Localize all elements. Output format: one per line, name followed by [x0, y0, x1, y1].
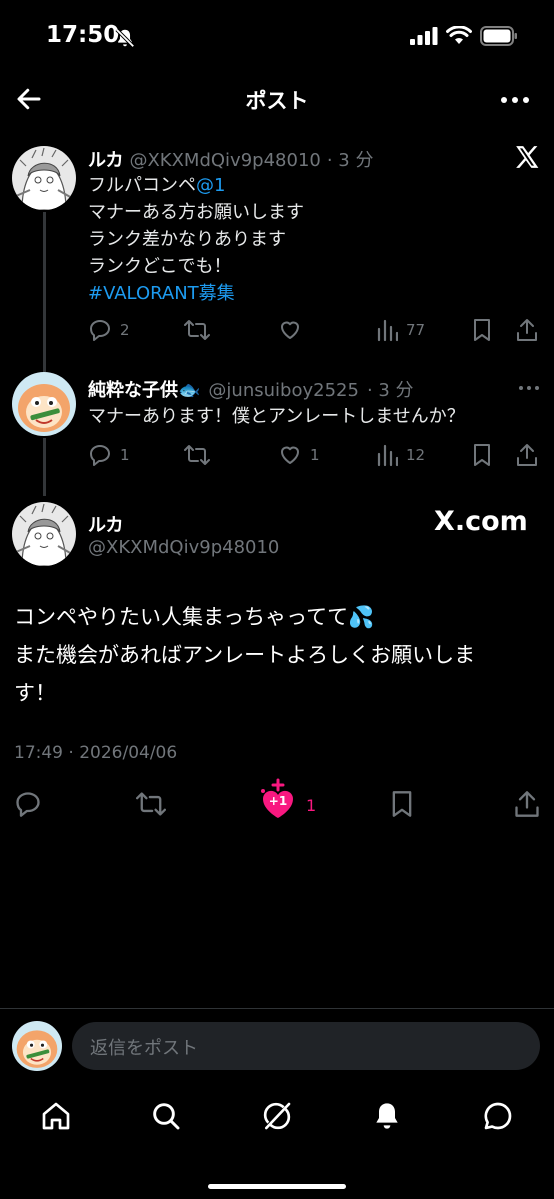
tweet-header: 純粋な子供🐟 @junsuiboy2525 · 3 分 — [88, 376, 414, 402]
my-avatar[interactable] — [12, 1021, 62, 1071]
bookmark-icon — [474, 444, 490, 466]
share-button[interactable] — [516, 443, 538, 467]
views-button[interactable]: 77 — [376, 318, 425, 342]
tab-search[interactable] — [146, 1096, 186, 1136]
reply-icon — [16, 792, 40, 817]
main-tweet-line: また機会があればアンレートよろしくお願いしま — [14, 643, 476, 667]
avatar[interactable] — [12, 502, 76, 566]
tweet-text-part: マナーある方お願いします ランク差かなりあります ランクどこでも！ — [88, 202, 304, 277]
bookmark-icon — [474, 319, 490, 341]
like-icon — [281, 446, 299, 464]
search-icon — [153, 1103, 180, 1130]
hashtag-link[interactable]: #VALORANT募集 — [88, 283, 235, 304]
display-name[interactable]: ルカ — [88, 511, 123, 537]
like-count: 1 — [306, 795, 317, 815]
tab-home[interactable] — [36, 1096, 76, 1136]
avatar[interactable] — [12, 146, 76, 210]
handle[interactable]: @XKXMdQiv9p48010 — [129, 150, 320, 171]
status-indicators — [410, 26, 518, 46]
bookmark-icon — [392, 791, 412, 817]
handle[interactable]: @XKXMdQiv9p48010 — [88, 537, 279, 558]
view-count: 77 — [406, 321, 426, 339]
watermark: X.com — [434, 506, 528, 537]
action-bar: +1 1 — [14, 778, 542, 822]
timestamp: · 3 分 — [366, 380, 414, 401]
reply-input[interactable]: 返信をポスト — [72, 1022, 540, 1070]
timestamp: · 3 分 — [326, 150, 374, 171]
more-icon[interactable] — [518, 384, 540, 392]
thread-line — [43, 438, 46, 496]
share-icon — [515, 791, 539, 817]
wifi-icon — [446, 26, 472, 44]
status-time: 17:50 — [46, 22, 120, 48]
main-tweet-line: コンペやりたい人集まっちゃってて💦 — [14, 605, 375, 629]
display-name[interactable]: 純粋な子供🐟 — [88, 376, 200, 402]
notifications-icon — [376, 1103, 398, 1129]
view-count: 12 — [406, 446, 426, 464]
views-icon — [377, 444, 398, 467]
tab-grok[interactable] — [257, 1096, 297, 1136]
views-button[interactable]: 12 — [376, 443, 425, 467]
like-badge: +1 — [268, 794, 288, 808]
home-indicator — [208, 1184, 346, 1189]
like-icon — [281, 321, 299, 339]
retweet-button[interactable] — [184, 443, 210, 467]
display-name[interactable]: ルカ — [88, 146, 123, 172]
messages-icon — [484, 1102, 512, 1130]
reply-icon — [90, 445, 110, 466]
retweet-icon — [184, 320, 210, 340]
handle[interactable]: @junsuiboy2525 — [208, 380, 359, 401]
battery-icon — [480, 26, 517, 46]
like-button[interactable] — [278, 318, 302, 342]
reply-count: 2 — [120, 321, 130, 339]
views-icon — [377, 319, 398, 342]
like-count: 1 — [310, 446, 320, 464]
bookmark-button[interactable] — [472, 443, 492, 467]
retweet-icon — [136, 792, 166, 816]
reply-button[interactable] — [14, 790, 42, 818]
tab-messages[interactable] — [478, 1096, 518, 1136]
reply-button[interactable]: 2 — [88, 318, 130, 342]
retweet-button[interactable] — [136, 790, 166, 818]
like-button[interactable]: +1 1 — [258, 774, 316, 820]
tab-notifications[interactable] — [367, 1096, 407, 1136]
share-button[interactable] — [516, 318, 538, 342]
share-button[interactable] — [514, 790, 540, 818]
reply-count: 1 — [120, 446, 130, 464]
page-title: ポスト — [245, 89, 309, 113]
timestamp[interactable]: 17:49 · 2026/04/06 — [14, 743, 177, 763]
tweet-header: ルカ @XKXMdQiv9p48010 · 3 分 — [88, 146, 373, 172]
divider — [0, 1008, 554, 1009]
share-icon — [517, 319, 537, 341]
reply-icon — [90, 320, 110, 341]
reply-button[interactable]: 1 — [88, 443, 130, 467]
action-bar: 1 1 12 — [88, 443, 540, 469]
main-tweet-text: コンペやりたい人集まっちゃってて💦 また機会があればアンレートよろしくお願いしま… — [14, 598, 534, 712]
bell-muted-icon — [115, 28, 135, 48]
tweet-text: マナーあります！僕とアンレートしませんか？ — [88, 406, 465, 427]
cellular-signal-icon — [410, 27, 438, 45]
retweet-icon — [184, 445, 210, 465]
action-bar: 2 77 — [88, 318, 540, 344]
share-icon — [517, 444, 537, 466]
thread-line — [43, 212, 46, 372]
x-logo-icon — [516, 146, 539, 168]
main-tweet-line: す！ — [14, 681, 56, 705]
like-heart: +1 — [258, 774, 298, 820]
tweet-text-part: フルパコンペ — [88, 175, 196, 196]
mention-link[interactable]: @1 — [196, 175, 225, 196]
avatar[interactable] — [12, 372, 76, 436]
grok-icon — [263, 1102, 291, 1130]
bookmark-button[interactable] — [472, 318, 492, 342]
retweet-button[interactable] — [184, 318, 210, 342]
bookmark-button[interactable] — [390, 790, 414, 818]
tweet-text: フルパコンペ@1 マナーある方お願いします ランク差かなりあります ランクどこで… — [88, 172, 508, 307]
more-icon[interactable] — [500, 90, 530, 110]
like-button[interactable]: 1 — [278, 443, 320, 467]
bottom-nav — [0, 1094, 554, 1138]
home-icon — [42, 1102, 70, 1130]
